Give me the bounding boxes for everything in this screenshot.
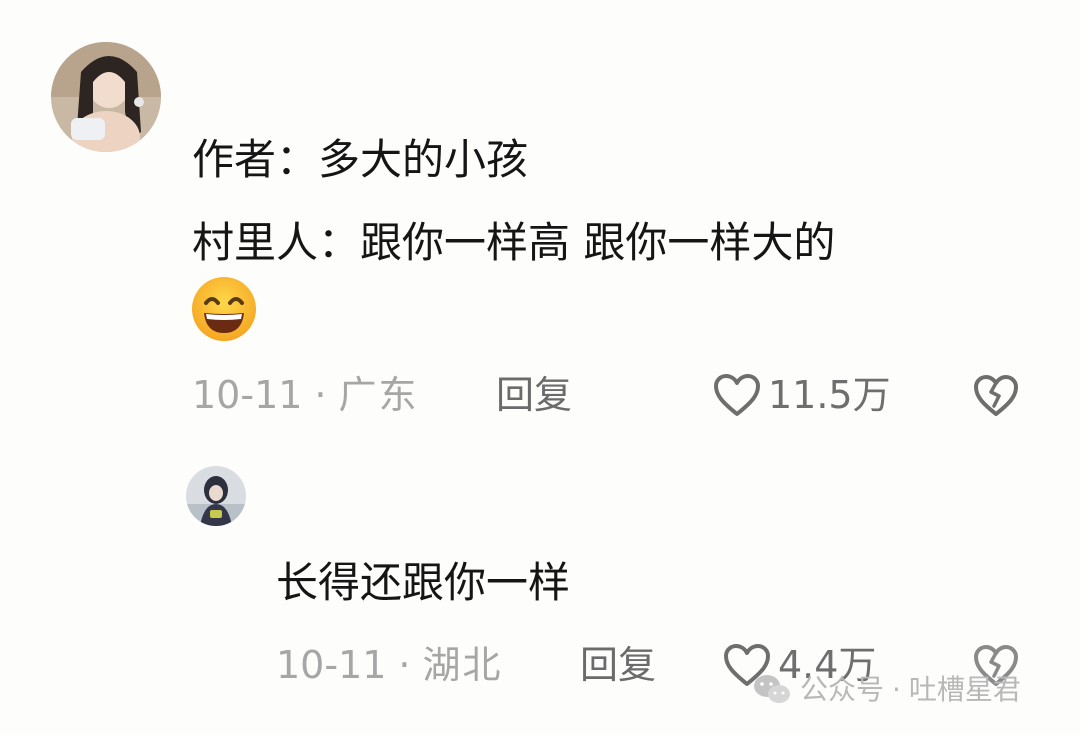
watermark: 公众号 · 吐槽星君: [752, 672, 1021, 708]
watermark-account: 吐槽星君: [908, 673, 1021, 706]
dislike-button[interactable]: [972, 374, 1020, 418]
reply-date: 10-11: [276, 643, 387, 687]
like-count: 11.5万: [768, 373, 891, 417]
comment-date: 10-11: [192, 373, 303, 417]
watermark-platform: 公众号: [800, 673, 885, 706]
separator: ·: [314, 373, 327, 417]
avatar-reply[interactable]: [186, 466, 246, 526]
comment-text-line-2: 村里人：跟你一样高 跟你一样大的: [192, 218, 836, 267]
reply-button[interactable]: 回复: [580, 646, 656, 684]
heart-outline-icon: [714, 374, 760, 416]
avatar[interactable]: [51, 42, 161, 152]
reply-text: 长得还跟你一样: [276, 558, 571, 607]
separator: ·: [892, 673, 901, 706]
broken-heart-icon: [974, 375, 1018, 416]
wechat-icon: [754, 675, 790, 703]
grinning-face-emoji-icon: [190, 275, 258, 343]
comment-thread: 作者：多大的小孩 村里人：跟你一样高 跟你一样大的 10-11 · 广东 回复 11…: [0, 0, 1080, 735]
comment-region: 广东: [338, 373, 419, 417]
comment-meta: 10-11 · 广东: [192, 376, 419, 414]
comment-text-line-1: 作者：多大的小孩: [192, 135, 529, 184]
reply-meta: 10-11 · 湖北: [276, 646, 503, 684]
reply-region: 湖北: [422, 643, 503, 687]
like-button[interactable]: 11.5万: [712, 372, 891, 418]
reply-button[interactable]: 回复: [496, 376, 572, 414]
separator: ·: [398, 643, 411, 687]
